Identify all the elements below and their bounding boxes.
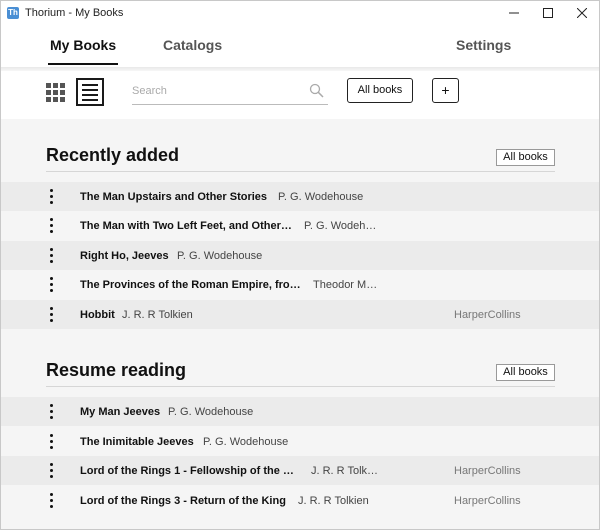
list-view-button[interactable] (76, 78, 104, 106)
book-row[interactable]: The Man Upstairs and Other Stories P. G.… (1, 182, 599, 211)
book-title: My Man Jeeves (80, 405, 161, 418)
book-publisher: HarperCollins (454, 308, 521, 321)
tab-label: My Books (50, 37, 117, 53)
book-row[interactable]: Hobbit J. R. R Tolkien HarperCollins (1, 300, 599, 329)
grid-view-button[interactable] (46, 83, 66, 103)
book-author: P. G. Wodeh… (304, 219, 377, 232)
grid-icon (46, 83, 65, 102)
book-row[interactable]: My Man Jeeves P. G. Wodehouse (1, 397, 599, 426)
book-publisher: HarperCollins (454, 464, 521, 477)
vertical-dots-icon[interactable] (50, 248, 54, 264)
active-tab-underline (48, 63, 119, 65)
library-content[interactable]: Recently added All books The Man Upstair… (1, 119, 599, 529)
tab-label: Catalogs (163, 37, 223, 53)
book-title: Right Ho, Jeeves (80, 249, 169, 262)
thorium-app-icon: Th (7, 7, 19, 19)
book-author: P. G. Wodehouse (203, 435, 289, 448)
title-bar[interactable]: Th Thorium - My Books (1, 1, 599, 25)
close-button[interactable] (565, 1, 599, 25)
close-icon (577, 8, 587, 18)
section-divider (46, 171, 555, 172)
book-author: P. G. Wodehouse (168, 405, 254, 418)
tab-my-books[interactable]: My Books (48, 37, 119, 65)
book-row[interactable]: The Inimitable Jeeves P. G. Wodehouse (1, 427, 599, 456)
book-title: Hobbit (80, 308, 115, 321)
maximize-icon (543, 8, 553, 18)
book-title: The Provinces of the Roman Empire, fro… (80, 278, 301, 291)
section-title-recently-added: Recently added (46, 145, 180, 165)
book-row[interactable]: Lord of the Rings 3 - Return of the King… (1, 486, 599, 515)
vertical-dots-icon[interactable] (50, 404, 54, 420)
main-nav: My Books Catalogs Settings (1, 25, 599, 69)
book-title: The Inimitable Jeeves (80, 435, 194, 448)
tab-catalogs[interactable]: Catalogs (163, 37, 222, 65)
tab-label: Settings (456, 37, 512, 53)
book-author: J. R. R Tolkien (122, 308, 193, 321)
recently-added-all-books-button[interactable]: All books (496, 149, 555, 166)
book-title: The Man with Two Left Feet, and Other… (80, 219, 292, 232)
tab-settings[interactable]: Settings (456, 37, 511, 65)
section-title-resume-reading: Resume reading (46, 360, 187, 380)
app-window: Th Thorium - My Books My Books Catalogs … (0, 0, 600, 530)
search-box (132, 79, 328, 105)
minimize-button[interactable] (497, 1, 531, 25)
vertical-dots-icon[interactable] (50, 189, 54, 205)
book-title: Lord of the Rings 1 - Fellowship of the … (80, 464, 294, 477)
all-books-button[interactable]: All books (347, 78, 413, 103)
window-title: Thorium - My Books (25, 7, 124, 19)
maximize-button[interactable] (531, 1, 565, 25)
resume-reading-all-books-button[interactable]: All books (496, 364, 555, 381)
book-row[interactable]: Right Ho, Jeeves P. G. Wodehouse (1, 241, 599, 270)
library-toolbar: All books + (1, 71, 599, 119)
book-row[interactable]: The Provinces of the Roman Empire, fro… … (1, 270, 599, 299)
book-author: P. G. Wodehouse (177, 249, 263, 262)
add-book-button[interactable]: + (432, 78, 459, 103)
window-controls (497, 1, 599, 25)
list-icon (82, 84, 98, 101)
book-author: J. R. R Tolk… (311, 464, 379, 477)
book-author: Theodor M… (313, 278, 378, 291)
book-row[interactable]: Lord of the Rings 1 - Fellowship of the … (1, 456, 599, 485)
book-title: Lord of the Rings 3 - Return of the King (80, 494, 286, 507)
vertical-dots-icon[interactable] (50, 307, 54, 323)
search-icon[interactable] (309, 83, 324, 98)
minimize-icon (509, 12, 519, 14)
vertical-dots-icon[interactable] (50, 218, 54, 234)
book-author: J. R. R Tolkien (298, 494, 369, 507)
search-input[interactable] (132, 79, 302, 103)
section-divider (46, 386, 555, 387)
vertical-dots-icon[interactable] (50, 277, 54, 293)
book-row[interactable]: The Man with Two Left Feet, and Other… P… (1, 211, 599, 240)
vertical-dots-icon[interactable] (50, 493, 54, 509)
vertical-dots-icon[interactable] (50, 463, 54, 479)
book-author: P. G. Wodehouse (278, 190, 364, 203)
vertical-dots-icon[interactable] (50, 434, 54, 450)
book-publisher: HarperCollins (454, 494, 521, 507)
book-title: The Man Upstairs and Other Stories (80, 190, 268, 203)
